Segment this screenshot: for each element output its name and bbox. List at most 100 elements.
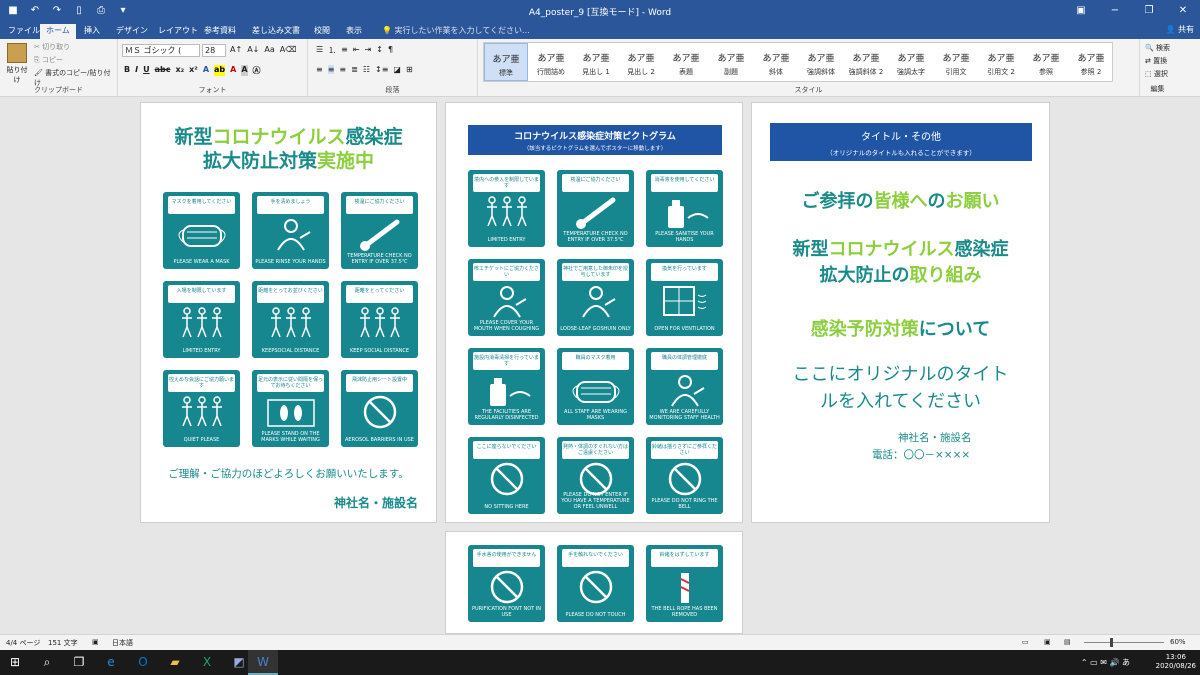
pictogram-tile[interactable]: 職員のマスク着用 ALL STAFF ARE WEARING MASKS — [557, 348, 634, 425]
pictogram-tile[interactable]: 控えめな会話にご協力願います QUIET PLEASE — [163, 370, 240, 447]
ribbon-options-icon[interactable]: ▣ — [1064, 0, 1098, 22]
style-item[interactable]: あア亜 副題 — [709, 43, 753, 81]
style-item[interactable]: あア亜 見出し 1 — [574, 43, 618, 81]
pictogram-tile[interactable]: 飛沫防止用シート設置中 AEROSOL BARRIERS IN USE — [341, 370, 418, 447]
proofing-icon[interactable]: ▣ — [92, 638, 99, 646]
font-size-select[interactable]: 28 — [202, 44, 226, 57]
search-icon[interactable]: ⌕ — [32, 650, 62, 675]
change-case-icon[interactable]: Aa — [264, 45, 274, 54]
replace-button[interactable]: ⇄ 置換 — [1145, 55, 1170, 68]
web-layout-icon[interactable]: ▤ — [1064, 638, 1071, 646]
pictogram-tile[interactable]: 手水舎の使用ができません PURIFICATION FONT NOT IN USE — [468, 545, 545, 622]
pictogram-tile[interactable]: 消毒液を使用してください PLEASE SANITISE YOUR HANDS — [646, 170, 723, 247]
word-count[interactable]: 151 文字 — [48, 638, 78, 648]
page-1[interactable]: 新型コロナウイルス感染症 拡大防止対策実施中 マスクを着用してください PLEAS… — [140, 102, 437, 523]
decrease-indent-icon[interactable]: ⇤ — [353, 45, 360, 56]
justify-icon[interactable]: ≣ — [351, 65, 358, 74]
style-item[interactable]: あア亜 引用文 — [934, 43, 978, 81]
read-mode-icon[interactable]: ▭ — [1022, 638, 1029, 646]
char-shading-icon[interactable]: A — [241, 65, 248, 76]
zoom-slider-thumb[interactable] — [1110, 638, 1113, 647]
sort-icon[interactable]: ↕ — [376, 45, 383, 56]
style-item[interactable]: あア亜 見出し 2 — [619, 43, 663, 81]
clock[interactable]: 13:06 2020/08/26 — [1156, 653, 1196, 671]
grow-font-icon[interactable]: A↑ — [230, 45, 242, 54]
style-item[interactable]: あア亜 強調斜体 — [799, 43, 843, 81]
word-icon[interactable]: W — [248, 650, 278, 675]
tab-references[interactable]: 参考資料 — [198, 24, 242, 39]
paste-button[interactable]: 貼り付け — [4, 43, 30, 84]
pictogram-tile[interactable]: 距離をとってお並びください KEEPSOCIAL DISTANCE — [252, 281, 329, 358]
pictogram-tile[interactable]: 咳エチケットにご協力ください PLEASE COVER YOUR MOUTH WH… — [468, 259, 545, 336]
language[interactable]: 日本語 — [112, 638, 133, 648]
pictogram-tile[interactable]: 検温にご協力ください TEMPERATURE CHECK NO ENTRY IF … — [341, 192, 418, 269]
show-marks-icon[interactable]: ¶ — [388, 45, 393, 56]
borders-icon[interactable]: ⊞ — [406, 65, 413, 74]
multilevel-icon[interactable]: ≡ — [341, 45, 348, 56]
pictogram-tile[interactable]: 鈴緒は揺らさずにご参拝ください PLEASE DO NOT RING THE BE… — [646, 437, 723, 514]
font-color-icon[interactable]: A — [230, 65, 236, 76]
zoom-slider[interactable] — [1084, 642, 1164, 643]
highlight-icon[interactable]: ab — [214, 65, 226, 76]
system-tray-icons[interactable]: ⌃ ▭ ✉ 🔊 あ — [1081, 657, 1130, 668]
edge-icon[interactable]: e — [96, 650, 126, 675]
style-item[interactable]: あア亜 行間詰め — [529, 43, 573, 81]
style-item[interactable]: あア亜 参照 — [1024, 43, 1068, 81]
pictogram-tile[interactable]: 鈴緒をはずしています THE BELL ROPE HAS BEEN REMOVED — [646, 545, 723, 622]
style-item[interactable]: あア亜 表題 — [664, 43, 708, 81]
maximize-button[interactable]: ❐ — [1132, 0, 1166, 22]
tell-me-box[interactable]: 💡 実行したい作業を入力してください... — [382, 25, 530, 36]
font-name-select[interactable]: ＭＳ ゴシック ( — [122, 44, 200, 57]
style-item[interactable]: あア亜 強調斜体 2 — [844, 43, 888, 81]
page-3[interactable]: タイトル・その他 （オリジナルのタイトルも入れることができます） ご参拝の皆様へ… — [751, 102, 1050, 523]
bold-icon[interactable]: B — [124, 65, 130, 76]
style-item[interactable]: あア亜 斜体 — [754, 43, 798, 81]
style-item[interactable]: あア亜 標準 — [484, 43, 528, 81]
pictogram-tile[interactable]: 神社でご用意した御朱印を授与しています LOOSE-LEAF GOSHUIN ON… — [557, 259, 634, 336]
document-canvas[interactable]: 新型コロナウイルス感染症 拡大防止対策実施中 マスクを着用してください PLEAS… — [0, 97, 1200, 634]
tab-design[interactable]: デザイン — [110, 24, 154, 39]
close-button[interactable]: ✕ — [1166, 0, 1200, 22]
pictogram-tile[interactable]: 施設内消毒清掃を行っています THE FACILITIES ARE REGULAR… — [468, 348, 545, 425]
share-button[interactable]: 👤 共有 — [1165, 24, 1194, 35]
shading-icon[interactable]: ◪ — [393, 65, 401, 74]
pictogram-tile[interactable]: 職員の体調管理徹底 WE ARE CAREFULLY MONITORING STA… — [646, 348, 723, 425]
cut-button[interactable]: ✂ 切り取り — [34, 42, 70, 52]
pictogram-tile[interactable]: 境内への参入を制限しています LIMITED ENTRY — [468, 170, 545, 247]
page-count[interactable]: 4/4 ページ — [6, 638, 40, 648]
print-layout-icon[interactable]: ▣ — [1044, 638, 1051, 646]
minimize-button[interactable]: − — [1098, 0, 1132, 22]
align-center-icon[interactable]: ≡ — [327, 65, 335, 74]
pictogram-tile[interactable]: 手を清めましょう PLEASE RINSE YOUR HANDS — [252, 192, 329, 269]
clear-format-icon[interactable]: A⌫ — [280, 45, 297, 54]
shrink-font-icon[interactable]: A↓ — [247, 45, 259, 54]
select-button[interactable]: ⬚ 選択 — [1145, 68, 1170, 81]
pictogram-tile[interactable]: 発熱・体調のすぐれない方はご遠慮ください PLEASE DO NOT ENTER … — [557, 437, 634, 514]
pictogram-tile[interactable]: 足元の表示に従い間隔を保ってお待ちください PLEASE STAND ON THE… — [252, 370, 329, 447]
task-view-icon[interactable]: ❐ — [64, 650, 94, 675]
style-item[interactable]: あア亜 強調太字 — [889, 43, 933, 81]
page-2[interactable]: コロナウイルス感染症対策ピクトグラム （該当するピクトグラムを選んでポスターに移… — [445, 102, 743, 523]
zoom-level[interactable]: 60% — [1170, 638, 1186, 646]
pictogram-tile[interactable]: 検温にご協力ください TEMPERATURE CHECK NO ENTRY IF … — [557, 170, 634, 247]
tab-view[interactable]: 表示 — [340, 24, 368, 39]
excel-icon[interactable]: X — [192, 650, 222, 675]
style-item[interactable]: あア亜 引用文 2 — [979, 43, 1023, 81]
align-left-icon[interactable]: ≡ — [316, 65, 323, 74]
increase-indent-icon[interactable]: ⇥ — [365, 45, 372, 56]
style-item[interactable]: あア亜 参照 2 — [1069, 43, 1113, 81]
find-button[interactable]: 🔍 検索 — [1145, 42, 1170, 55]
pictogram-tile[interactable]: 入場を制限しています LIMITED ENTRY — [163, 281, 240, 358]
tab-insert[interactable]: 挿入 — [78, 24, 106, 39]
align-right-icon[interactable]: ≡ — [339, 65, 346, 74]
outlook-icon[interactable]: O — [128, 650, 158, 675]
enclose-char-icon[interactable]: Ⓐ — [253, 65, 261, 76]
pictogram-tile[interactable]: 換気を行っています OPEN FOR VENTILATION — [646, 259, 723, 336]
tab-review[interactable]: 校閲 — [308, 24, 336, 39]
line-spacing-icon[interactable]: ↕≡ — [375, 65, 388, 74]
underline-icon[interactable]: U — [143, 65, 150, 76]
tab-layout[interactable]: レイアウト — [152, 24, 204, 39]
bullets-icon[interactable]: ☰ — [316, 45, 323, 56]
windows-start-icon[interactable]: ⊞ — [0, 650, 30, 675]
tab-mailings[interactable]: 差し込み文書 — [246, 24, 306, 39]
